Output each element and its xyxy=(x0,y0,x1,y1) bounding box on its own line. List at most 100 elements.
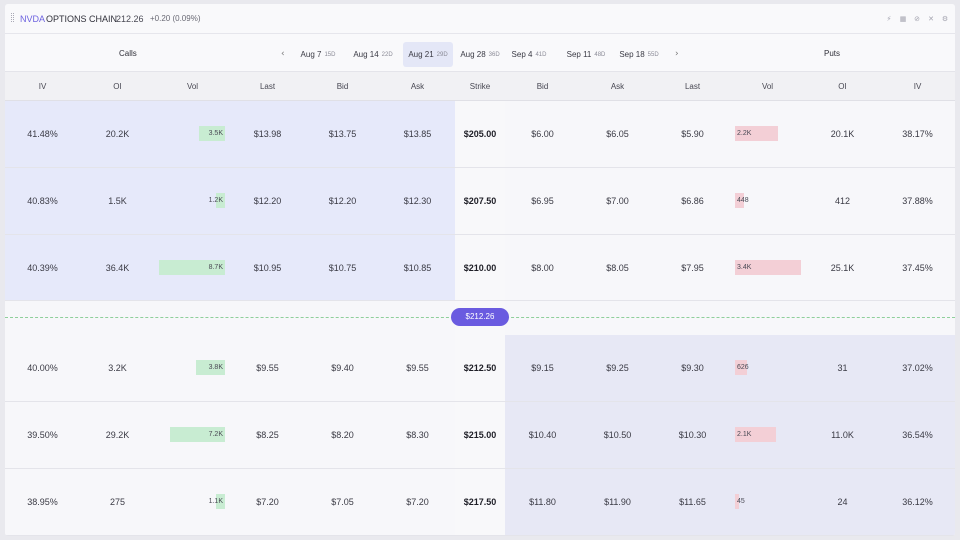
put-iv-cell[interactable]: 36.54% xyxy=(880,402,955,468)
put-last-cell[interactable]: $11.65 xyxy=(655,469,730,535)
call-oi-cell[interactable]: 36.4K xyxy=(80,235,155,301)
put-volume-value[interactable]: 3.4K xyxy=(737,260,751,275)
call-bid-cell[interactable]: $13.75 xyxy=(305,101,380,167)
put-oi-cell[interactable]: 11.0K xyxy=(805,402,880,468)
call-col-ask-header[interactable]: Ask xyxy=(380,72,455,101)
call-iv-cell[interactable]: 40.83% xyxy=(5,168,80,234)
put-volume-value[interactable]: 448 xyxy=(737,193,749,208)
expiry-tab[interactable]: Aug 28 36D xyxy=(455,42,505,67)
call-ask-cell[interactable]: $12.30 xyxy=(380,168,455,234)
strike-cell[interactable]: $210.00 xyxy=(455,235,505,301)
call-volume-value[interactable]: 1.2K xyxy=(155,193,223,208)
call-last-cell[interactable]: $9.55 xyxy=(230,335,305,401)
call-col-vol-header[interactable]: Vol xyxy=(155,72,230,101)
put-ask-cell[interactable]: $8.05 xyxy=(580,235,655,301)
call-oi-cell[interactable]: 1.5K xyxy=(80,168,155,234)
call-volume-value[interactable]: 1.1K xyxy=(155,494,223,509)
put-col-vol-header[interactable]: Vol xyxy=(730,72,805,101)
call-last-cell[interactable]: $13.98 xyxy=(230,101,305,167)
put-last-cell[interactable]: $7.95 xyxy=(655,235,730,301)
expiry-tab[interactable]: Aug 21 29D xyxy=(403,42,453,67)
ticker-symbol[interactable]: NVDA xyxy=(20,14,45,24)
put-col-bid-header[interactable]: Bid xyxy=(505,72,580,101)
put-ask-cell[interactable]: $6.05 xyxy=(580,101,655,167)
put-iv-cell[interactable]: 37.45% xyxy=(880,235,955,301)
put-last-cell[interactable]: $6.86 xyxy=(655,168,730,234)
strike-cell[interactable]: $205.00 xyxy=(455,101,505,167)
put-iv-cell[interactable]: 36.12% xyxy=(880,469,955,535)
call-iv-cell[interactable]: 41.48% xyxy=(5,101,80,167)
put-iv-cell[interactable]: 37.88% xyxy=(880,168,955,234)
link-icon[interactable]: ⊘ xyxy=(913,15,921,23)
call-iv-cell[interactable]: 38.95% xyxy=(5,469,80,535)
put-volume-value[interactable]: 2.2K xyxy=(737,126,751,141)
strike-cell[interactable]: $217.50 xyxy=(455,469,505,535)
call-ask-cell[interactable]: $10.85 xyxy=(380,235,455,301)
call-col-iv-header[interactable]: IV xyxy=(5,72,80,101)
call-ask-cell[interactable]: $7.20 xyxy=(380,469,455,535)
call-bid-cell[interactable]: $12.20 xyxy=(305,168,380,234)
put-bid-cell[interactable]: $6.95 xyxy=(505,168,580,234)
call-last-cell[interactable]: $7.20 xyxy=(230,469,305,535)
call-oi-cell[interactable]: 275 xyxy=(80,469,155,535)
call-last-cell[interactable]: $12.20 xyxy=(230,168,305,234)
put-bid-cell[interactable]: $8.00 xyxy=(505,235,580,301)
next-expiry-icon[interactable]: › xyxy=(675,49,679,59)
drag-handle-icon[interactable] xyxy=(11,13,14,22)
chain-row[interactable]: 39.50% 29.2K 7.2K $8.25 $8.20 $8.30 $215.00 $10… xyxy=(5,402,955,469)
call-col-oi-header[interactable]: OI xyxy=(80,72,155,101)
put-bid-cell[interactable]: $9.15 xyxy=(505,335,580,401)
put-ask-cell[interactable]: $11.90 xyxy=(580,469,655,535)
put-volume-value[interactable]: 2.1K xyxy=(737,427,751,442)
strike-cell[interactable]: $207.50 xyxy=(455,168,505,234)
call-oi-cell[interactable]: 20.2K xyxy=(80,101,155,167)
put-col-ask-header[interactable]: Ask xyxy=(580,72,655,101)
put-bid-cell[interactable]: $10.40 xyxy=(505,402,580,468)
strike-col-header[interactable]: Strike xyxy=(455,72,505,101)
gear-icon[interactable]: ⚙ xyxy=(941,15,949,23)
call-col-bid-header[interactable]: Bid xyxy=(305,72,380,101)
expiry-tab[interactable]: Sep 18 55D xyxy=(613,42,665,67)
put-volume-value[interactable]: 45 xyxy=(737,494,745,509)
put-last-cell[interactable]: $9.30 xyxy=(655,335,730,401)
put-col-last-header[interactable]: Last xyxy=(655,72,730,101)
call-oi-cell[interactable]: 29.2K xyxy=(80,402,155,468)
put-oi-cell[interactable]: 20.1K xyxy=(805,101,880,167)
calculator-icon[interactable]: ▦ xyxy=(899,15,907,23)
put-col-oi-header[interactable]: OI xyxy=(805,72,880,101)
expiry-tab[interactable]: Sep 11 48D xyxy=(560,42,612,67)
call-volume-value[interactable]: 3.5K xyxy=(155,126,223,141)
call-iv-cell[interactable]: 39.50% xyxy=(5,402,80,468)
put-col-iv-header[interactable]: IV xyxy=(880,72,955,101)
put-ask-cell[interactable]: $7.00 xyxy=(580,168,655,234)
chain-row[interactable]: 40.00% 3.2K 3.8K $9.55 $9.40 $9.55 $212.50 $9.1… xyxy=(5,335,955,402)
put-last-cell[interactable]: $10.30 xyxy=(655,402,730,468)
strike-cell[interactable]: $215.00 xyxy=(455,402,505,468)
call-bid-cell[interactable]: $9.40 xyxy=(305,335,380,401)
call-bid-cell[interactable]: $8.20 xyxy=(305,402,380,468)
call-last-cell[interactable]: $10.95 xyxy=(230,235,305,301)
call-last-cell[interactable]: $8.25 xyxy=(230,402,305,468)
expiry-tab[interactable]: Sep 4 41D xyxy=(509,42,549,67)
call-volume-value[interactable]: 8.7K xyxy=(155,260,223,275)
put-oi-cell[interactable]: 31 xyxy=(805,335,880,401)
put-volume-value[interactable]: 626 xyxy=(737,360,749,375)
chain-row[interactable]: 40.83% 1.5K 1.2K $12.20 $12.20 $12.30 $207.50 $… xyxy=(5,168,955,235)
call-iv-cell[interactable]: 40.39% xyxy=(5,235,80,301)
call-volume-value[interactable]: 7.2K xyxy=(155,427,223,442)
put-last-cell[interactable]: $5.90 xyxy=(655,101,730,167)
put-iv-cell[interactable]: 37.02% xyxy=(880,335,955,401)
chain-row[interactable]: 38.95% 275 1.1K $7.20 $7.05 $7.20 $217.50 $11.8… xyxy=(5,469,955,536)
put-ask-cell[interactable]: $10.50 xyxy=(580,402,655,468)
prev-expiry-icon[interactable]: ‹ xyxy=(281,49,285,59)
call-iv-cell[interactable]: 40.00% xyxy=(5,335,80,401)
call-oi-cell[interactable]: 3.2K xyxy=(80,335,155,401)
put-ask-cell[interactable]: $9.25 xyxy=(580,335,655,401)
chain-row[interactable]: 41.48% 20.2K 3.5K $13.98 $13.75 $13.85 $205.00… xyxy=(5,101,955,168)
put-oi-cell[interactable]: 412 xyxy=(805,168,880,234)
call-ask-cell[interactable]: $9.55 xyxy=(380,335,455,401)
call-ask-cell[interactable]: $8.30 xyxy=(380,402,455,468)
expiry-tab[interactable]: Aug 14 22D xyxy=(347,42,399,67)
put-bid-cell[interactable]: $11.80 xyxy=(505,469,580,535)
chain-row[interactable]: 40.39% 36.4K 8.7K $10.95 $10.75 $10.85 $210.00… xyxy=(5,235,955,301)
